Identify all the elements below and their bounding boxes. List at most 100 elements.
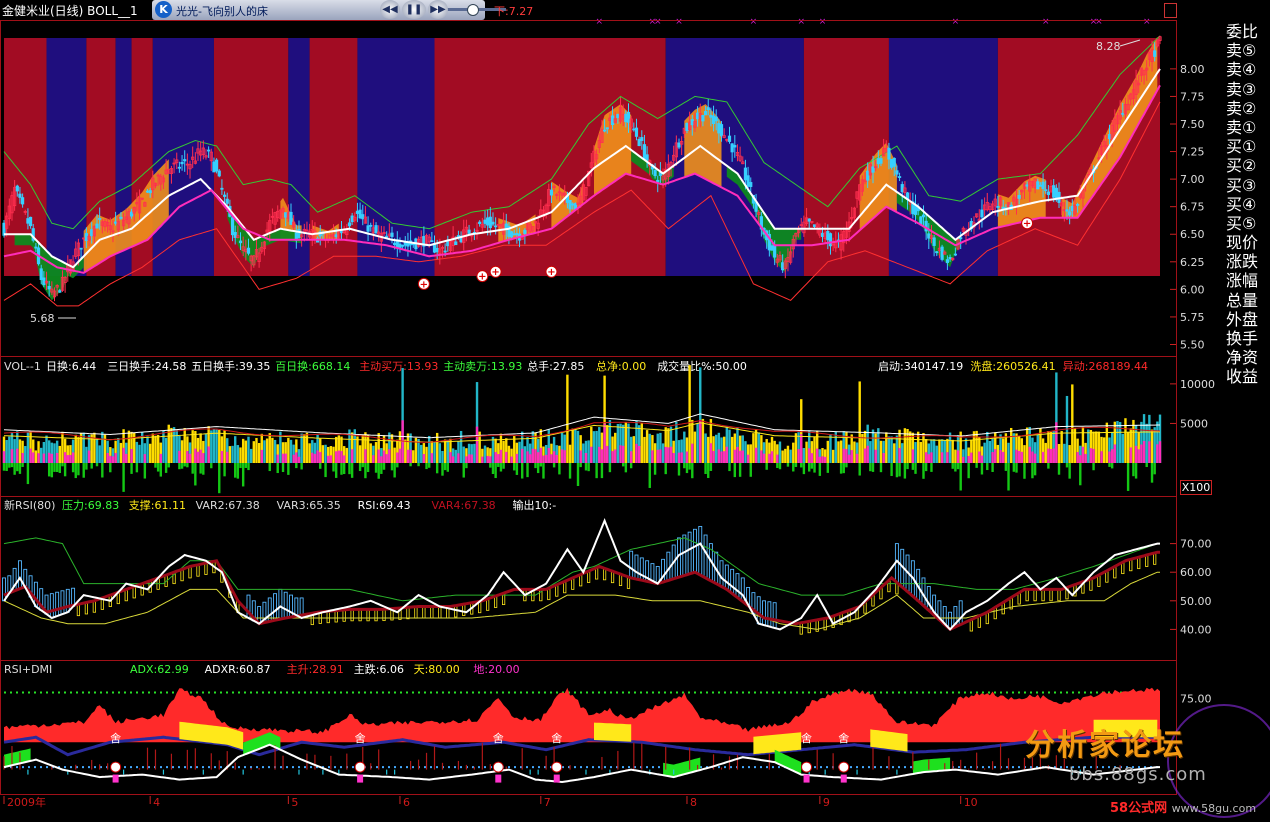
volume-bar bbox=[871, 429, 875, 463]
quote-label[interactable]: 委比 bbox=[1226, 22, 1270, 41]
volume-bar bbox=[834, 431, 837, 463]
price-tick-label: 5.50 bbox=[1180, 338, 1205, 351]
signal-x-mark: × bbox=[654, 17, 662, 27]
volume-sell-bar bbox=[776, 463, 779, 468]
volume-bar bbox=[223, 430, 226, 463]
volume-sell-bar bbox=[55, 463, 59, 473]
volume-sell-bar bbox=[194, 463, 197, 486]
candle-body bbox=[749, 182, 753, 187]
volume-sell-bar bbox=[914, 463, 917, 474]
volume-sell-bar bbox=[159, 463, 162, 477]
candle-body bbox=[826, 231, 830, 241]
volume-bar-overlay bbox=[143, 454, 147, 463]
volume-sell-bar bbox=[1150, 463, 1154, 483]
volume-sell-bar bbox=[975, 463, 978, 468]
volume-bar-overlay bbox=[1142, 440, 1146, 463]
candle-body bbox=[733, 145, 737, 148]
quote-label[interactable]: 换手 bbox=[1226, 329, 1270, 348]
volume-indicator-label: 主动卖万:13.93 bbox=[443, 360, 522, 373]
volume-sell-bar bbox=[1031, 463, 1034, 479]
volume-bar-overlay bbox=[911, 449, 915, 463]
volume-bar-overlay bbox=[316, 450, 319, 463]
volume-sell-bar bbox=[959, 463, 962, 491]
volume-sell-bar bbox=[898, 463, 901, 477]
volume-bar-overlay bbox=[29, 448, 32, 463]
volume-bar bbox=[587, 440, 590, 463]
volume-indicator-label: 洗盘:260526.41 bbox=[970, 359, 1055, 373]
volume-bar bbox=[412, 450, 415, 463]
candle-body bbox=[696, 112, 700, 120]
sell-signal-icon bbox=[838, 761, 850, 773]
candle-body bbox=[177, 166, 181, 169]
volume-bar-overlay bbox=[521, 448, 524, 463]
volume-sell-bar bbox=[295, 463, 298, 469]
quote-label[interactable]: 现价 bbox=[1226, 233, 1270, 252]
quote-label[interactable]: 涨幅 bbox=[1226, 271, 1270, 290]
volume-bar bbox=[789, 449, 792, 463]
volume-bar-overlay bbox=[1079, 455, 1082, 463]
sell-signal-bar bbox=[357, 774, 364, 783]
quote-label[interactable]: 买⑤ bbox=[1226, 214, 1270, 233]
volume-bar bbox=[204, 433, 208, 463]
volume-bar-overlay bbox=[494, 452, 497, 463]
volume-bar bbox=[1068, 445, 1071, 463]
quote-label[interactable]: 外盘 bbox=[1226, 310, 1270, 329]
quote-label[interactable]: 卖① bbox=[1226, 118, 1270, 137]
candle-body bbox=[334, 234, 338, 238]
volume-sell-bar bbox=[800, 463, 803, 468]
quote-label[interactable]: 卖② bbox=[1226, 99, 1270, 118]
quote-label[interactable]: 买② bbox=[1226, 156, 1270, 175]
volume-bar bbox=[778, 441, 782, 463]
quote-label[interactable]: 买① bbox=[1226, 137, 1270, 156]
volume-bar bbox=[749, 444, 752, 463]
volume-bar bbox=[839, 440, 843, 463]
quote-label[interactable]: 涨跌 bbox=[1226, 252, 1270, 271]
volume-sell-bar bbox=[82, 463, 85, 478]
volume-sell-bar bbox=[1023, 463, 1026, 479]
signal-x-mark: × bbox=[952, 17, 960, 27]
volume-sell-bar bbox=[427, 463, 431, 468]
quote-label[interactable]: 卖④ bbox=[1226, 60, 1270, 79]
quote-label[interactable]: 买③ bbox=[1226, 176, 1270, 195]
volume-bar bbox=[932, 439, 936, 463]
volume-bar-overlay bbox=[544, 454, 548, 463]
volume-bar bbox=[26, 432, 30, 463]
quote-label[interactable]: 收益 bbox=[1226, 367, 1270, 386]
volume-sell-bar bbox=[342, 463, 346, 475]
volume-bar bbox=[146, 436, 149, 463]
volume-bar bbox=[1087, 429, 1090, 463]
volume-bar bbox=[249, 448, 253, 463]
quote-label[interactable]: 净资 bbox=[1226, 348, 1270, 367]
rsi-indicator-label: 支撑:61.11 bbox=[129, 498, 186, 512]
volume-bar bbox=[79, 432, 83, 463]
volume-bar-overlay bbox=[37, 453, 40, 463]
volume-sell-bar bbox=[1153, 463, 1156, 475]
month-label: 6 bbox=[403, 796, 410, 809]
volume-bar-overlay bbox=[63, 452, 67, 463]
volume-sell-bar bbox=[1012, 463, 1016, 472]
volume-sell-bar bbox=[738, 463, 742, 477]
price-low-label: 5.68 bbox=[30, 312, 55, 325]
quote-label[interactable]: 卖③ bbox=[1226, 80, 1270, 99]
candle-body bbox=[624, 113, 628, 123]
quote-label[interactable]: 总量 bbox=[1226, 291, 1270, 310]
volume-bar-overlay bbox=[1113, 444, 1117, 463]
volume-sell-bar bbox=[707, 463, 710, 479]
volume-bar bbox=[427, 435, 431, 463]
volume-bar-overlay bbox=[406, 449, 410, 463]
volume-sell-bar bbox=[845, 463, 848, 468]
volume-bar-overlay bbox=[202, 453, 205, 463]
volume-bar-overlay bbox=[664, 446, 667, 463]
rsi-down-bar bbox=[17, 560, 22, 590]
volume-bar-overlay bbox=[669, 446, 673, 463]
volume-bar-overlay bbox=[611, 451, 614, 463]
rsi-up-bar bbox=[414, 606, 418, 619]
volume-bar bbox=[696, 423, 699, 463]
volume-bar-overlay bbox=[1148, 441, 1151, 463]
candle-body bbox=[28, 216, 33, 227]
volume-bar-overlay bbox=[396, 452, 399, 463]
volume-sell-bar bbox=[497, 463, 500, 467]
volume-sell-bar bbox=[361, 463, 364, 468]
quote-label[interactable]: 买④ bbox=[1226, 195, 1270, 214]
quote-label[interactable]: 卖⑤ bbox=[1226, 41, 1270, 60]
